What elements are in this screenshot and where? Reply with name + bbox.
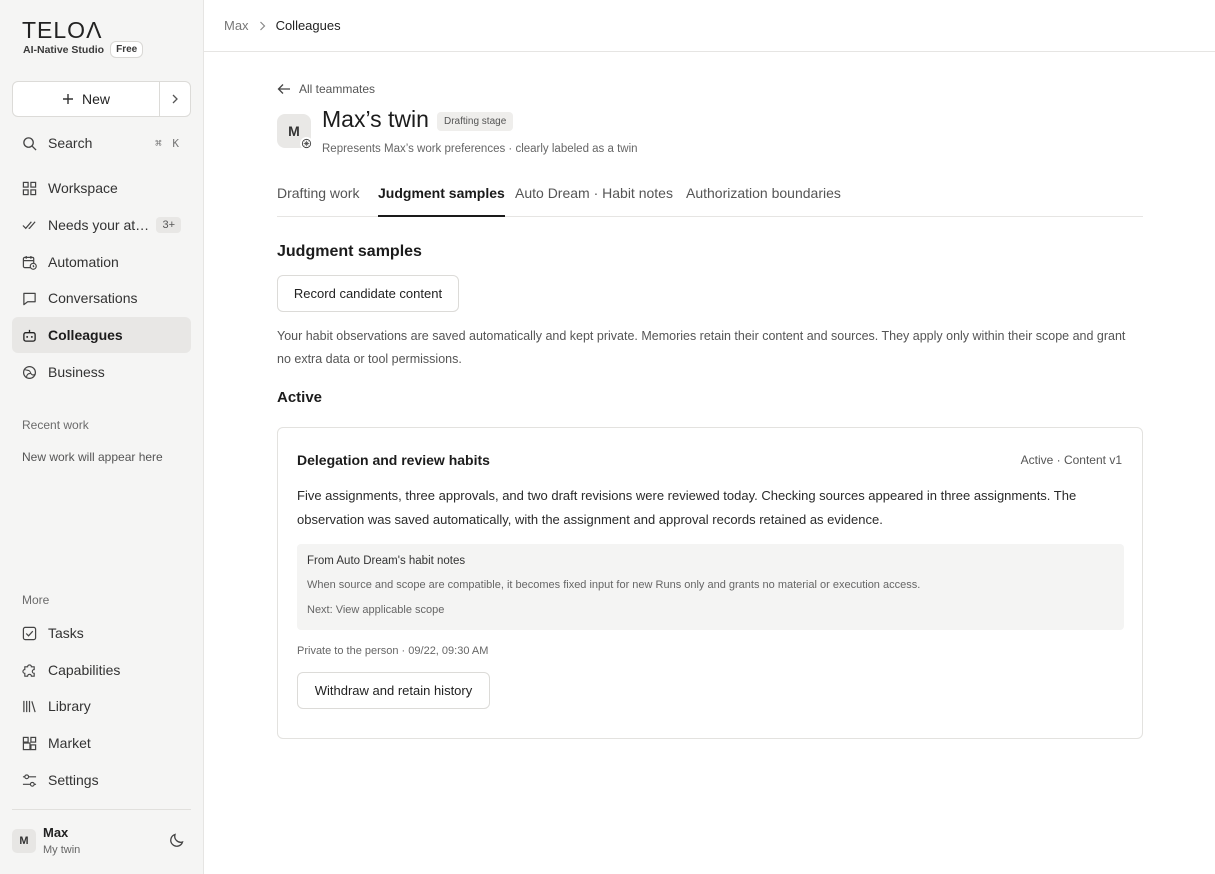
back-link-label: All teammates: [299, 82, 376, 96]
sidebar-item-label: Business: [48, 364, 105, 380]
tab-judgment-samples[interactable]: Judgment samples: [378, 185, 505, 217]
new-button[interactable]: New: [13, 82, 160, 116]
habit-card: Delegation and review habits Active · Co…: [277, 427, 1143, 739]
sidebar-item-settings[interactable]: Settings: [12, 762, 191, 798]
sidebar-item-label: Automation: [48, 254, 119, 270]
sidebar-item-label: Library: [48, 698, 91, 714]
avatar: M: [12, 829, 36, 853]
stage-badge: Drafting stage: [437, 112, 514, 131]
user-subtitle: My twin: [43, 844, 81, 856]
sliders-icon: [22, 773, 37, 787]
sidebar-item-label: Search: [48, 135, 93, 151]
user-profile[interactable]: M Max My twin: [12, 822, 191, 862]
chevron-right-icon: [259, 21, 266, 31]
record-candidate-button[interactable]: Record candidate content: [277, 275, 459, 312]
calendar-clock-icon: [22, 255, 37, 270]
twin-avatar: M: [277, 114, 313, 150]
tab-auto-dream-habit-notes[interactable]: Auto Dream · Habit notes: [515, 185, 673, 217]
sidebar-item-market[interactable]: Market: [12, 725, 191, 761]
sidebar-item-label: Tasks: [48, 625, 84, 641]
double-check-icon: [22, 220, 36, 229]
breadcrumb-parent[interactable]: Max: [224, 18, 249, 33]
checkbox-icon: [22, 626, 37, 640]
card-status: Active · Content v1: [1020, 453, 1122, 467]
globe-icon: [22, 365, 37, 379]
sidebar-item-workspace[interactable]: Workspace: [12, 170, 191, 206]
grid-icon: [22, 181, 37, 195]
sidebar-item-business[interactable]: Business: [12, 354, 191, 390]
apps-icon: [22, 736, 37, 750]
search-icon: [23, 136, 37, 151]
chevron-right-icon: [172, 94, 178, 104]
plus-icon: [62, 94, 73, 104]
more-label: More: [22, 593, 50, 607]
brand-subtitle: AI-Native Studio Free: [23, 41, 144, 58]
moon-icon: [170, 833, 184, 847]
section-title: Judgment samples: [277, 243, 422, 260]
breadcrumb-current: Colleagues: [275, 18, 341, 33]
card-title: Delegation and review habits: [297, 452, 490, 468]
plan-badge: Free: [110, 41, 144, 58]
arrow-left-icon: [277, 84, 290, 94]
sidebar-item-colleagues[interactable]: Colleagues: [12, 317, 191, 353]
page-subtitle: Represents Max’s work preferences · clea…: [322, 143, 638, 155]
sidebar-item-capabilities[interactable]: Capabilities: [12, 652, 191, 688]
sidebar-item-label: Colleagues: [48, 327, 123, 343]
puzzle-icon: [22, 663, 35, 677]
bot-icon: [23, 329, 36, 342]
theme-toggle[interactable]: [169, 832, 185, 853]
count-badge: 3+: [156, 217, 181, 233]
tab-authorization-boundaries[interactable]: Authorization boundaries: [686, 185, 841, 217]
books-icon: [23, 700, 36, 712]
sidebar-divider: [12, 809, 191, 810]
new-menu-toggle[interactable]: [160, 82, 190, 116]
privacy-note: Your habit observations are saved automa…: [277, 329, 1126, 366]
chat-icon: [23, 292, 36, 305]
new-button-label: New: [81, 91, 110, 107]
back-to-teammates-link[interactable]: All teammates: [277, 82, 375, 96]
sidebar-item-needs-attention[interactable]: Needs your at… 3+: [12, 207, 191, 243]
sidebar-item-library[interactable]: Library: [12, 688, 191, 724]
breadcrumb: Max Colleagues: [204, 0, 1215, 52]
sidebar-item-tasks[interactable]: Tasks: [12, 615, 191, 651]
sidebar-item-label: Capabilities: [48, 662, 121, 678]
sidebar: TELOΛ AI-Native Studio Free New Search ⌘…: [0, 0, 204, 874]
sidebar-item-label: Workspace: [48, 180, 118, 196]
note-description: When source and scope are compatible, it…: [307, 579, 921, 591]
sidebar-item-label: Conversations: [48, 290, 138, 306]
recent-work-empty: New work will appear here: [22, 450, 163, 464]
studio-label: AI-Native Studio: [23, 43, 105, 56]
tab-drafting-work[interactable]: Drafting work: [277, 185, 359, 217]
sidebar-item-conversations[interactable]: Conversations: [12, 280, 191, 316]
search-shortcut: ⌘ K: [155, 136, 181, 150]
card-body: Five assignments, three approvals, and t…: [297, 488, 1077, 527]
twin-badge-icon: [300, 137, 313, 150]
active-section-title: Active: [277, 389, 323, 406]
note-next-link[interactable]: Next: View applicable scope: [307, 604, 444, 616]
note-title: From Auto Dream's habit notes: [307, 555, 466, 567]
page-title: Max’s twin: [322, 106, 429, 132]
new-button-group: New: [12, 81, 191, 117]
tab-bar: Drafting work Judgment samples Auto Drea…: [277, 185, 1143, 217]
user-name: Max: [43, 825, 69, 840]
twin-avatar-initial: M: [288, 123, 300, 139]
sidebar-item-label: Settings: [48, 772, 99, 788]
recent-work-label: Recent work: [22, 418, 89, 432]
sidebar-item-label: Market: [48, 735, 91, 751]
brand-logo[interactable]: TELOΛ: [22, 17, 102, 44]
withdraw-button[interactable]: Withdraw and retain history: [297, 672, 490, 709]
sidebar-item-search[interactable]: Search ⌘ K: [12, 125, 191, 161]
sidebar-item-label: Needs your at…: [48, 217, 150, 233]
card-meta: Private to the person · 09/22, 09:30 AM: [297, 645, 489, 657]
sidebar-item-automation[interactable]: Automation: [12, 244, 191, 280]
habit-note-box: From Auto Dream's habit notes When sourc…: [297, 544, 1124, 630]
